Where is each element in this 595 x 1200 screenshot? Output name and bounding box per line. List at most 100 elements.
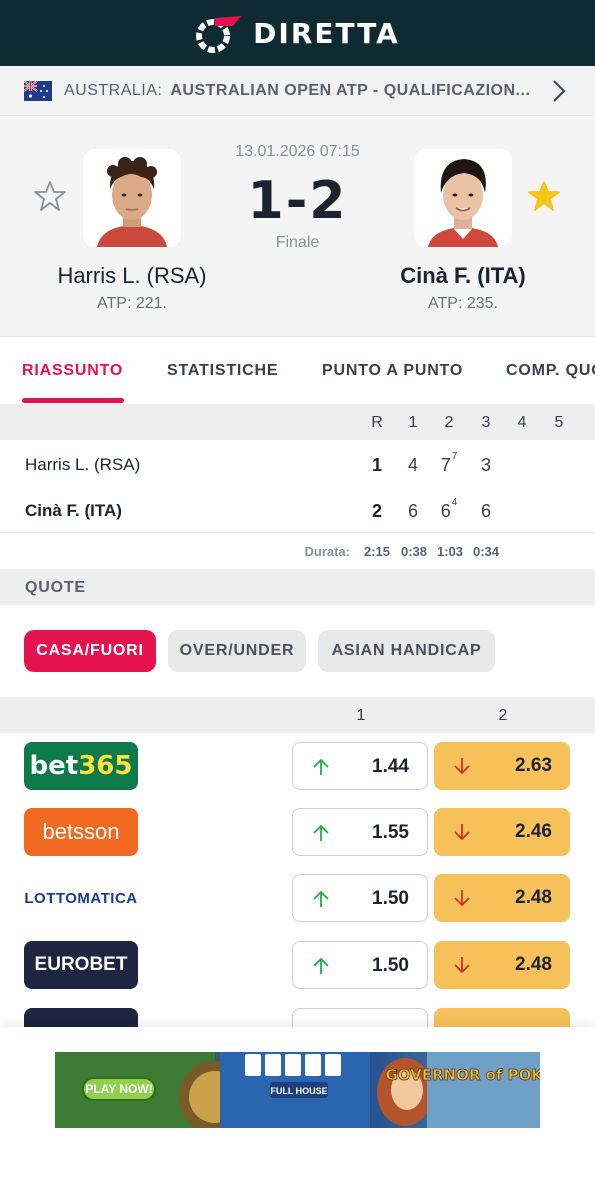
bookmaker-lottomatica-logo[interactable]: LOTTOMATICA (24, 874, 138, 922)
match-status: Finale (275, 234, 320, 251)
tab-statistiche[interactable]: STATISTICHE (167, 362, 278, 380)
active-tab-indicator (22, 398, 124, 403)
player-away-name[interactable]: Cinà F. (ITA) (363, 263, 563, 289)
odds-header-home: 1 (356, 707, 366, 724)
chevron-right-icon[interactable] (551, 79, 567, 103)
australia-flag-icon (24, 80, 52, 101)
ad-container: FULL HOUSE PLAY NOW! GOVERNOR of POKER 3 (0, 1027, 595, 1200)
bookmaker-name: betsson (42, 819, 120, 844)
player-home-photo (83, 149, 181, 247)
app-header: DIRETTA (0, 0, 595, 66)
tab-comp-quote[interactable]: COMP. QUO (506, 362, 595, 380)
breadcrumb[interactable]: AUSTRALIA: AUSTRALIAN OPEN ATP - QUALIFI… (0, 66, 595, 116)
arrow-down-icon (454, 824, 470, 841)
duration-label: Durata: (304, 544, 350, 559)
logo-mark-icon (196, 16, 242, 53)
duration-total: 2:15 (363, 544, 391, 559)
duration-set1: 0:38 (400, 544, 428, 559)
ad-full-house: FULL HOUSE (270, 1086, 327, 1096)
odds-row: betsson 1.55 2.46 (0, 800, 595, 866)
tiebreak-score: 4 (451, 497, 458, 508)
arrow-down-icon (454, 890, 470, 907)
odds-row: EUROBET 1.50 2.48 (0, 933, 595, 999)
odd-away-value: 2.48 (515, 887, 552, 908)
arrow-up-icon (313, 890, 329, 907)
set2-games: 64 (437, 497, 461, 522)
chip-casa-fuori[interactable]: CASA/FUORI (24, 630, 156, 672)
odd-away-button[interactable]: 2.46 (434, 808, 570, 856)
favorite-star-outline-icon[interactable] (33, 179, 67, 213)
match-score: 1-2 (247, 171, 348, 231)
set2-games-value: 6 (440, 501, 451, 521)
ad-artwork: FULL HOUSE PLAY NOW! GOVERNOR of POKER 3 (55, 1052, 540, 1128)
odd-home-value: 1.44 (372, 756, 409, 777)
arrow-down-icon (454, 758, 470, 775)
match-tabs: RIASSUNTO STATISTICHE PUNTO A PUNTO COMP… (0, 338, 595, 404)
bookmaker-name: LOTTOMATICA (24, 889, 138, 907)
arrow-up-icon (313, 758, 329, 775)
bookmaker-name: bet365 (29, 751, 133, 781)
col-header-set2: 2 (444, 414, 454, 431)
odds-section-title: QUOTE (0, 569, 595, 605)
match-header: 13.01.2026 07:15 1-2 Finale Harris L. (R… (0, 117, 595, 337)
set2-games: 77 (437, 451, 461, 476)
bookmaker-eurobet-logo[interactable]: EUROBET (24, 941, 138, 989)
col-header-set4: 4 (517, 414, 527, 431)
duration-set2: 1:03 (436, 544, 464, 559)
ad-game-title: GOVERNOR of POKER 3 (385, 1066, 540, 1084)
player-away-photo (414, 149, 512, 247)
scoreboard-row: Cinà F. (ITA) 2 6 64 6 (0, 487, 595, 533)
tab-riassunto[interactable]: RIASSUNTO (22, 362, 123, 380)
odd-home-value: 1.50 (372, 955, 409, 976)
player-home-rank: ATP: 221. (97, 295, 167, 312)
odd-away-button[interactable]: 2.48 (434, 874, 570, 922)
scoreboard-header: R 1 2 3 4 5 (0, 404, 595, 440)
odd-away-button[interactable]: 2.48 (434, 941, 570, 989)
col-header-set5: 5 (554, 414, 564, 431)
breadcrumb-tournament[interactable]: AUSTRALIAN OPEN ATP - QUALIFICAZION... (170, 82, 535, 100)
arrow-down-icon (454, 957, 470, 974)
col-header-set3: 3 (481, 414, 491, 431)
set2-games-value: 7 (440, 455, 451, 475)
odd-home-button[interactable]: 1.55 (292, 808, 428, 856)
odds-header: 1 2 (0, 697, 595, 733)
odd-home-button[interactable]: 1.50 (292, 941, 428, 989)
duration-row: Durata: 2:15 0:38 1:03 0:34 (0, 533, 595, 569)
favorite-star-filled-icon[interactable] (527, 179, 561, 213)
chip-over-under[interactable]: OVER/UNDER (168, 630, 306, 672)
odd-away-value: 2.46 (515, 821, 552, 842)
odds-row: bet365 1.44 2.63 (0, 734, 595, 800)
set1-games: 4 (407, 455, 418, 475)
player-away-avatar[interactable] (414, 149, 512, 247)
diretta-logo[interactable]: DIRETTA (195, 12, 400, 54)
arrow-up-icon (313, 824, 329, 841)
odd-home-value: 1.55 (372, 822, 409, 843)
odds-row: LOTTOMATICA 1.50 2.48 (0, 866, 595, 932)
arrow-up-icon (313, 957, 329, 974)
odds-header-away: 2 (498, 707, 508, 724)
chip-asian-handicap[interactable]: ASIAN HANDICAP (318, 630, 495, 672)
ad-banner[interactable]: FULL HOUSE PLAY NOW! GOVERNOR of POKER 3 (55, 1052, 540, 1128)
bookmaker-bet365-logo[interactable]: bet365 (24, 742, 138, 790)
player-home-avatar[interactable] (83, 149, 181, 247)
tiebreak-score: 7 (451, 451, 458, 462)
scoreboard-player-name: Harris L. (RSA) (25, 455, 141, 474)
breadcrumb-country: AUSTRALIA: (64, 81, 163, 99)
ad-play-now: PLAY NOW! (85, 1082, 152, 1096)
duration-set3: 0:34 (472, 544, 500, 559)
match-date: 13.01.2026 07:15 (235, 143, 360, 160)
set3-games: 3 (480, 455, 491, 475)
bookmaker-betsson-logo[interactable]: betsson (24, 808, 138, 856)
odd-home-button[interactable]: 1.50 (292, 874, 428, 922)
tab-punto-a-punto[interactable]: PUNTO A PUNTO (322, 362, 463, 380)
odd-home-button[interactable]: 1.44 (292, 742, 428, 790)
sets-won: 1 (371, 455, 382, 475)
sets-won: 2 (371, 501, 382, 521)
player-home-name[interactable]: Harris L. (RSA) (32, 263, 232, 289)
odd-away-button[interactable]: 2.63 (434, 742, 570, 790)
scoreboard-row: Harris L. (RSA) 1 4 77 3 (0, 441, 595, 487)
col-header-r: R (371, 414, 383, 431)
odd-home-value: 1.50 (372, 888, 409, 909)
odd-away-value: 2.48 (515, 954, 552, 975)
bookmaker-name: EUROBET (34, 954, 128, 975)
